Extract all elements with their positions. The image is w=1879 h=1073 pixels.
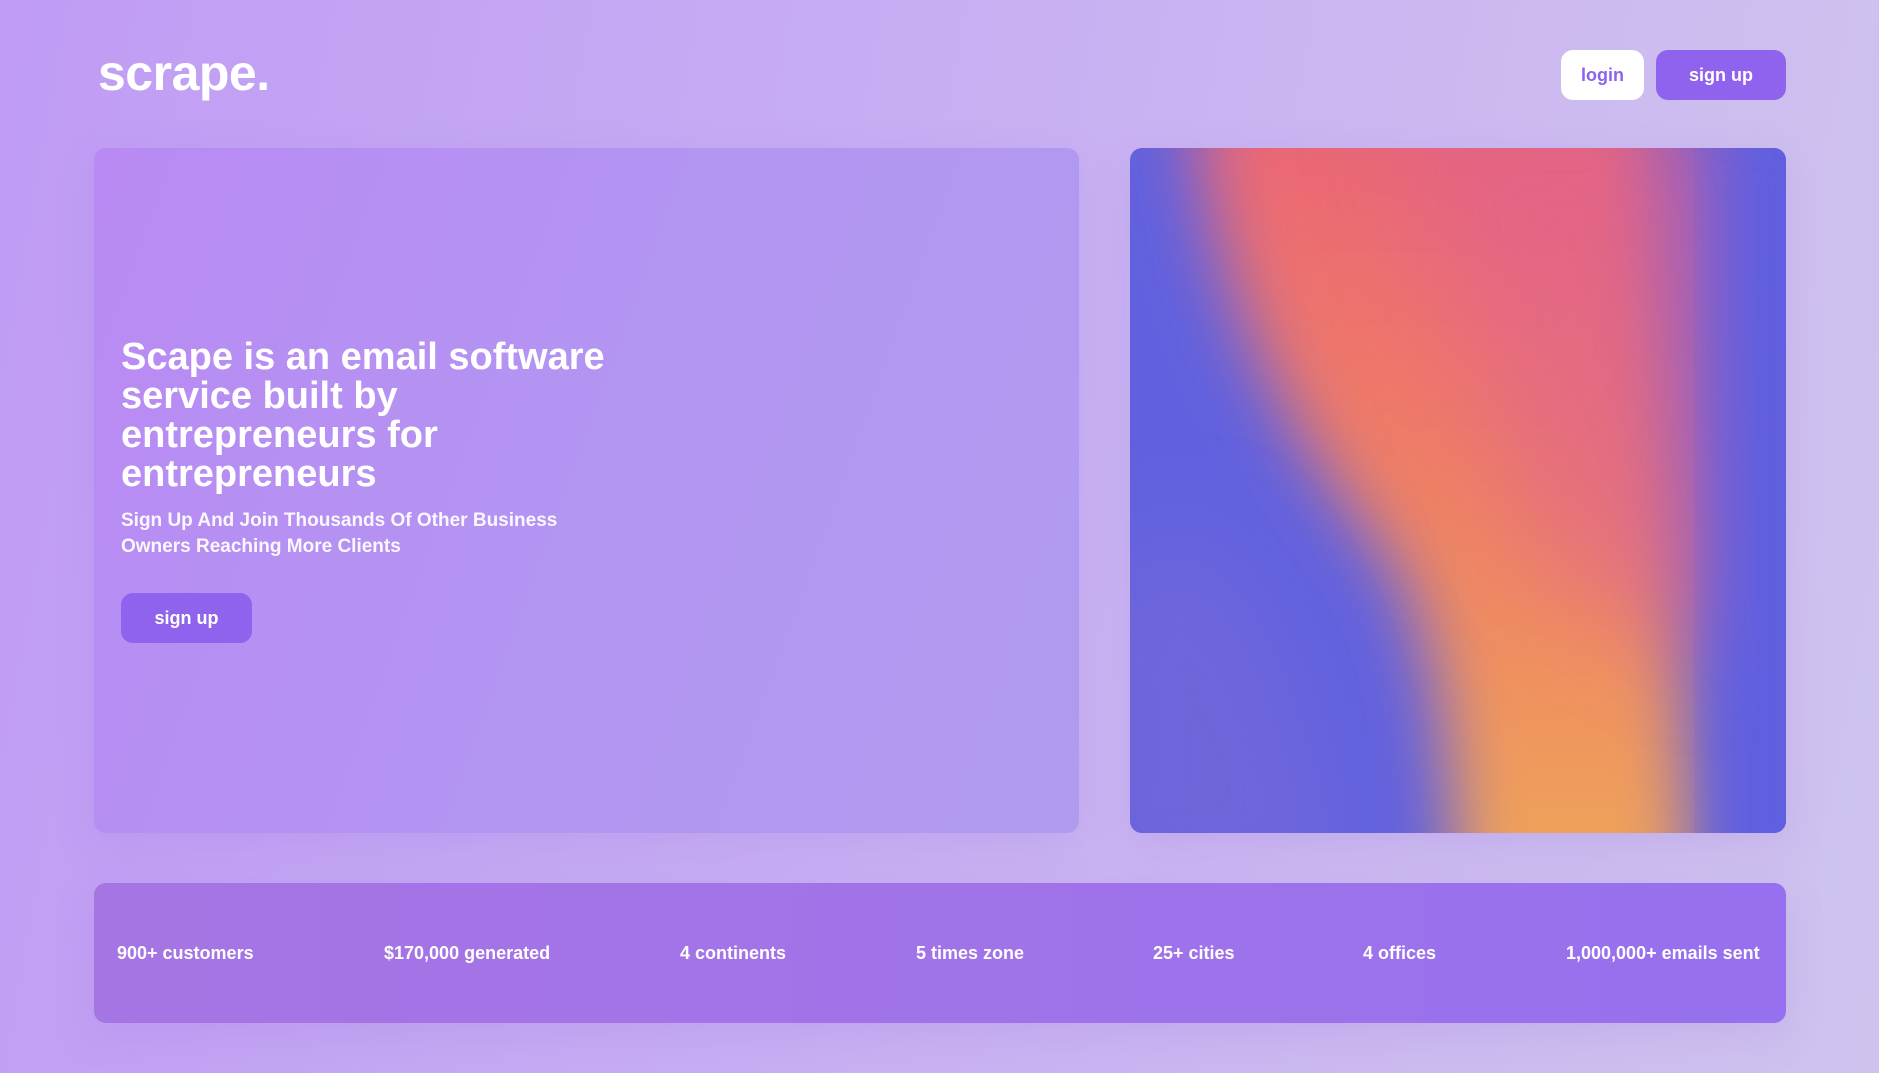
stat-cities: 25+ cities bbox=[1153, 943, 1235, 963]
stat-customers: 900+ customers bbox=[117, 943, 254, 963]
logo[interactable]: scrape. bbox=[98, 48, 270, 98]
stat-time-zones: 5 times zone bbox=[916, 943, 1025, 963]
stat-revenue: $170,000 generated bbox=[384, 943, 551, 963]
stat-continents: 4 continents bbox=[680, 943, 787, 963]
hero-card: Scape is an email software service built… bbox=[94, 148, 1079, 833]
hero-subtitle: Sign Up And Join Thousands Of Other Busi… bbox=[121, 510, 558, 557]
hero-title: Scape is an email software service built… bbox=[121, 336, 605, 495]
hero-signup-button[interactable]: sign up bbox=[121, 593, 252, 643]
hero-gradient-artwork bbox=[1130, 148, 1786, 833]
header-signup-button[interactable]: sign up bbox=[1656, 50, 1786, 100]
stat-emails-sent: 1,000,000+ emails sent bbox=[1566, 943, 1760, 963]
stat-offices: 4 offices bbox=[1363, 943, 1437, 963]
login-button[interactable]: login bbox=[1561, 50, 1644, 100]
stats-bar: 900+ customers $170,000 generated 4 cont… bbox=[94, 883, 1786, 1023]
